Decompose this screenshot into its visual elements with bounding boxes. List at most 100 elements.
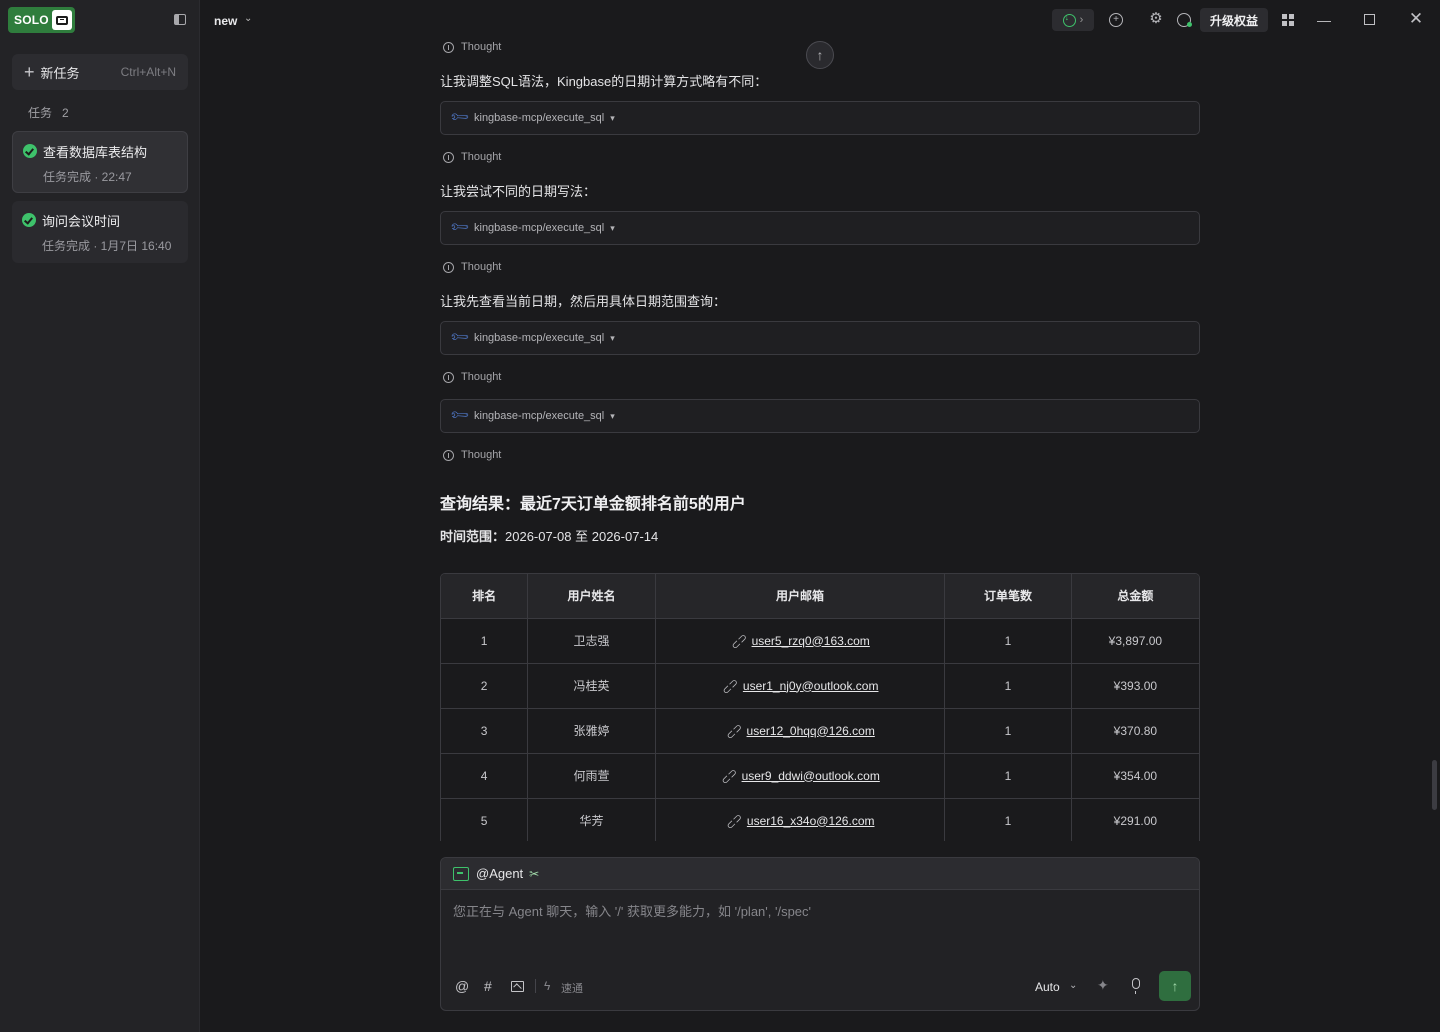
column-header: 用户姓名: [527, 574, 656, 619]
new-task-shortcut: Ctrl+Alt+N: [120, 65, 176, 79]
close-icon[interactable]: ✕: [1408, 9, 1424, 29]
tasks-heading-label: 任务: [28, 106, 53, 120]
orders-cell: 1: [944, 618, 1072, 664]
rank-cell: 3: [441, 708, 529, 754]
table-row: 2 冯桂英 ⊂⊃user1_nj0y@outlook.com 1 ¥393.00: [441, 663, 1199, 709]
chevron-down-icon: ▾: [610, 222, 615, 233]
check-circle-icon: [22, 213, 36, 227]
scroll-to-top-button[interactable]: ↑: [806, 41, 834, 69]
thought-label: Thought: [461, 449, 502, 461]
time-range-value: 2026-07-08 至 2026-07-14: [505, 529, 659, 544]
new-task-button[interactable]: + 新任务 Ctrl+Alt+N: [12, 54, 188, 90]
chevron-down-icon: ▾: [610, 112, 615, 123]
task-title: 询问会议时间: [42, 214, 121, 229]
task-item[interactable]: 查看数据库表结构 任务完成 · 22:47: [12, 131, 188, 193]
thought-label: Thought: [461, 151, 502, 163]
link-icon: ⊂⊃: [723, 720, 746, 743]
minimize-icon[interactable]: —: [1316, 12, 1332, 28]
email-link[interactable]: user1_nj0y@outlook.com: [743, 679, 879, 693]
tool-call-label: kingbase-mcp/execute_sql: [474, 222, 605, 234]
orders-cell: 1: [944, 663, 1072, 709]
sparkle-icon[interactable]: ✦: [1097, 977, 1109, 994]
info-icon: [443, 371, 454, 383]
link-icon: ⊂⊃: [724, 810, 746, 833]
sidebar-collapse-icon[interactable]: [174, 14, 186, 25]
gear-icon[interactable]: ⚙: [1149, 11, 1163, 26]
result-title: 查询结果：最近7天订单金额排名前5的用户: [440, 496, 746, 513]
upgrade-button[interactable]: 升级权益: [1200, 8, 1268, 32]
tool-call-card[interactable]: 🔧︎ kingbase-mcp/execute_sql ▾: [440, 101, 1200, 135]
email-link[interactable]: user12_0hqq@126.com: [747, 724, 875, 738]
solo-logo[interactable]: SOLO: [8, 7, 75, 33]
agent-icon: [453, 866, 469, 881]
send-button[interactable]: ↑: [1159, 971, 1191, 1001]
time-range: 时间范围：2026-07-08 至 2026-07-14: [440, 526, 658, 545]
table-row: 4 何雨萱 ⊂⊃user9_ddwi@outlook.com 1 ¥354.00: [441, 753, 1199, 799]
table-header-row: 排名 用户姓名 用户邮箱 订单笔数 总金额: [441, 574, 1199, 619]
thought-toggle[interactable]: Thought: [443, 371, 501, 383]
results-table: 排名 用户姓名 用户邮箱 订单笔数 总金额 1 卫志强 ⊂⊃user5_rzq0…: [440, 573, 1200, 841]
link-icon: ⊂⊃: [718, 765, 741, 788]
name-cell: 华芳: [527, 798, 656, 841]
name-cell: 何雨萱: [527, 753, 656, 799]
total-cell: ¥393.00: [1071, 663, 1199, 709]
task-item[interactable]: 询问会议时间 任务完成 · 1月7日 16:40: [12, 201, 188, 263]
tools-icon[interactable]: ✂: [529, 867, 539, 881]
image-icon[interactable]: [511, 981, 524, 992]
thought-toggle[interactable]: Thought: [443, 449, 501, 461]
thought-toggle[interactable]: Thought: [443, 41, 501, 53]
apps-grid-icon[interactable]: [1282, 14, 1294, 26]
speed-mode-label[interactable]: 速通: [561, 980, 583, 996]
logo-chat-icon: [52, 10, 72, 30]
task-title: 查看数据库表结构: [43, 145, 148, 160]
new-chat-icon[interactable]: +: [1109, 13, 1123, 27]
lightning-icon[interactable]: ϟ: [544, 979, 550, 993]
email-link[interactable]: user5_rzq0@163.com: [752, 634, 870, 648]
download-icon: [1062, 12, 1076, 27]
thought-label: Thought: [461, 261, 502, 273]
composer-header: @Agent ✂: [441, 858, 1199, 890]
mention-icon[interactable]: @: [455, 978, 469, 994]
top-bar: new ⌄ › + ⚙ 升级权益 — ✕: [200, 0, 1440, 40]
tool-call-card[interactable]: 🔧︎ kingbase-mcp/execute_sql ▾: [440, 399, 1200, 433]
tasks-count: 2: [62, 106, 69, 120]
email-link[interactable]: user16_x34o@126.com: [747, 814, 875, 828]
thought-toggle[interactable]: Thought: [443, 261, 501, 273]
update-button[interactable]: ›: [1052, 9, 1094, 31]
orders-cell: 1: [944, 753, 1072, 799]
total-cell: ¥291.00: [1071, 798, 1199, 841]
name-cell: 冯桂英: [527, 663, 656, 709]
info-icon: [443, 261, 454, 273]
project-name[interactable]: new: [214, 14, 237, 28]
scrollbar-thumb[interactable]: [1432, 760, 1437, 810]
maximize-icon[interactable]: [1364, 14, 1375, 25]
tasks-heading: 任务 2: [28, 104, 69, 121]
link-icon: ⊂⊃: [728, 630, 751, 653]
email-link[interactable]: user9_ddwi@outlook.com: [742, 769, 880, 783]
check-circle-icon: [23, 144, 37, 158]
wrench-icon: 🔧︎: [448, 215, 471, 238]
plus-icon: +: [24, 62, 35, 82]
wrench-icon: 🔧︎: [448, 403, 471, 426]
tool-call-card[interactable]: 🔧︎ kingbase-mcp/execute_sql ▾: [440, 211, 1200, 245]
total-cell: ¥354.00: [1071, 753, 1199, 799]
model-select[interactable]: Auto: [1035, 980, 1060, 994]
column-header: 总金额: [1071, 574, 1199, 619]
logo-text: SOLO: [14, 13, 49, 27]
chevron-down-icon: ▾: [610, 410, 615, 421]
chevron-down-icon[interactable]: ⌄: [1069, 980, 1077, 991]
hash-icon[interactable]: #: [484, 978, 492, 994]
assistant-message: 让我先查看当前日期，然后用具体日期范围查询：: [440, 294, 727, 309]
sidebar: SOLO + 新任务 Ctrl+Alt+N 任务 2 查看数据库表结构 任务完成 …: [0, 0, 200, 1032]
agent-label[interactable]: @Agent: [476, 866, 523, 881]
tool-call-label: kingbase-mcp/execute_sql: [474, 112, 605, 124]
assistant-message: 让我尝试不同的日期写法：: [440, 184, 597, 199]
thought-toggle[interactable]: Thought: [443, 151, 501, 163]
microphone-icon[interactable]: [1132, 978, 1140, 994]
chat-input[interactable]: [453, 904, 1183, 919]
table-row: 3 张雅婷 ⊂⊃user12_0hqq@126.com 1 ¥370.80: [441, 708, 1199, 754]
tool-call-card[interactable]: 🔧︎ kingbase-mcp/execute_sql ▾: [440, 321, 1200, 355]
account-icon[interactable]: [1177, 13, 1192, 27]
chevron-right-icon: ›: [1079, 14, 1084, 26]
chevron-down-icon[interactable]: ⌄: [244, 13, 252, 24]
